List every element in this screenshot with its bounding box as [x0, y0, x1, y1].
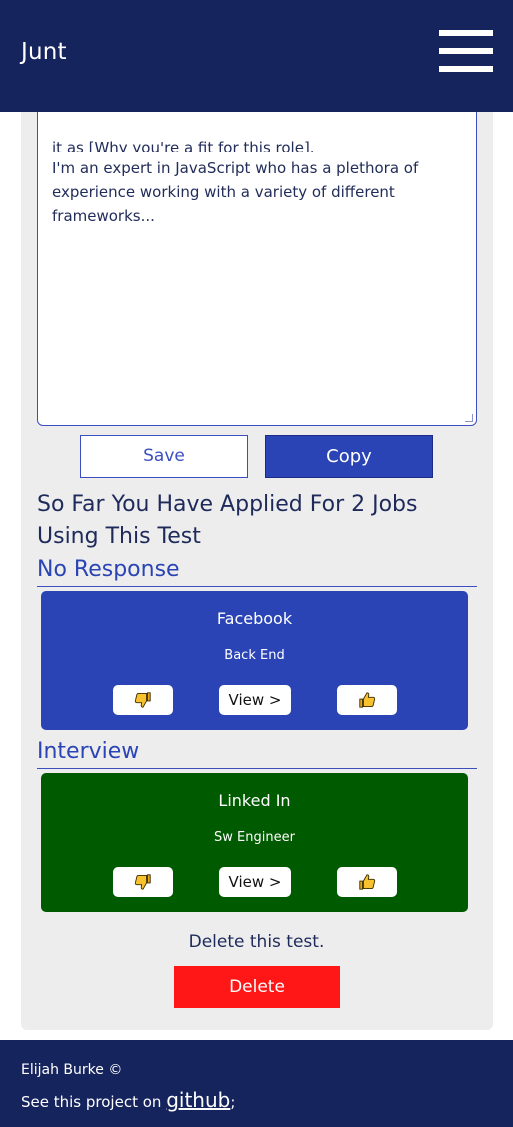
view-job-button[interactable]: View >: [219, 685, 291, 715]
brand-title[interactable]: Junt: [21, 39, 67, 65]
cover-letter-text: I'm an expert in JavaScript who has a pl…: [52, 159, 424, 225]
thumbs-up-icon: [359, 692, 376, 708]
job-company: Facebook: [216, 609, 293, 628]
app-header: Junt: [0, 0, 513, 112]
thumbs-up-button[interactable]: [337, 867, 397, 897]
footer-project-link-line: See this project on github;: [21, 1088, 235, 1112]
thumbs-up-icon: [359, 874, 376, 890]
app-footer: Elijah Burke © See this project on githu…: [0, 1040, 513, 1127]
delete-test-label: Delete this test.: [188, 932, 325, 952]
section-title-interview: Interview: [37, 738, 477, 769]
thumbs-down-button[interactable]: [113, 685, 173, 715]
thumbs-down-button[interactable]: [113, 867, 173, 897]
thumbs-up-button[interactable]: [337, 685, 397, 715]
job-role: Sw Engineer: [214, 830, 295, 845]
footer-suffix: ;: [230, 1093, 236, 1111]
save-button[interactable]: Save: [80, 435, 248, 478]
delete-test-button[interactable]: Delete: [174, 966, 340, 1008]
resize-handle[interactable]: [465, 414, 473, 422]
footer-author: Elijah Burke ©: [21, 1062, 123, 1078]
job-company: Linked In: [218, 791, 291, 810]
job-card-facebook: Facebook Back End View >: [41, 591, 468, 730]
copy-button[interactable]: Copy: [265, 435, 433, 478]
thumbs-down-icon: [134, 692, 151, 708]
github-link[interactable]: github: [166, 1088, 230, 1112]
cover-letter-textarea[interactable]: it as [Why you're a fit for this role]. I…: [37, 90, 477, 426]
applied-summary: So Far You Have Applied For 2 Jobs Using…: [37, 492, 418, 549]
footer-see-text: See this project on: [21, 1093, 162, 1111]
section-title-no-response: No Response: [37, 556, 477, 587]
job-card-linkedin: Linked In Sw Engineer View >: [41, 773, 468, 912]
hamburger-menu-icon[interactable]: [439, 30, 493, 74]
thumbs-down-icon: [134, 874, 151, 890]
view-job-button[interactable]: View >: [219, 867, 291, 897]
cover-letter-partial-line: it as [Why you're a fit for this role].: [52, 139, 315, 152]
job-role: Back End: [224, 648, 285, 663]
